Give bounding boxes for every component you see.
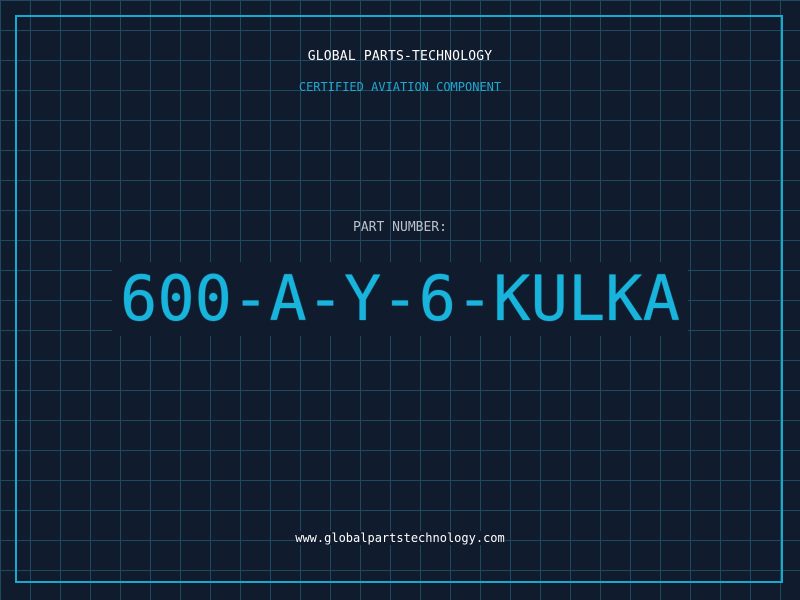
website-url-text: www.globalpartstechnology.com	[295, 531, 505, 545]
certification-tagline: CERTIFIED AVIATION COMPONENT	[298, 80, 502, 94]
part-number-label: PART NUMBER:	[353, 220, 447, 235]
website-url: www.globalpartstechnology.com	[0, 531, 800, 545]
company-name: GLOBAL PARTS-TECHNOLOGY	[307, 49, 493, 64]
part-number-value: 600-A-Y-6-KULKA	[112, 262, 688, 336]
part-card: GLOBAL PARTS-TECHNOLOGY CERTIFIED AVIATI…	[0, 0, 800, 600]
part-number-container: 600-A-Y-6-KULKA	[0, 262, 800, 336]
